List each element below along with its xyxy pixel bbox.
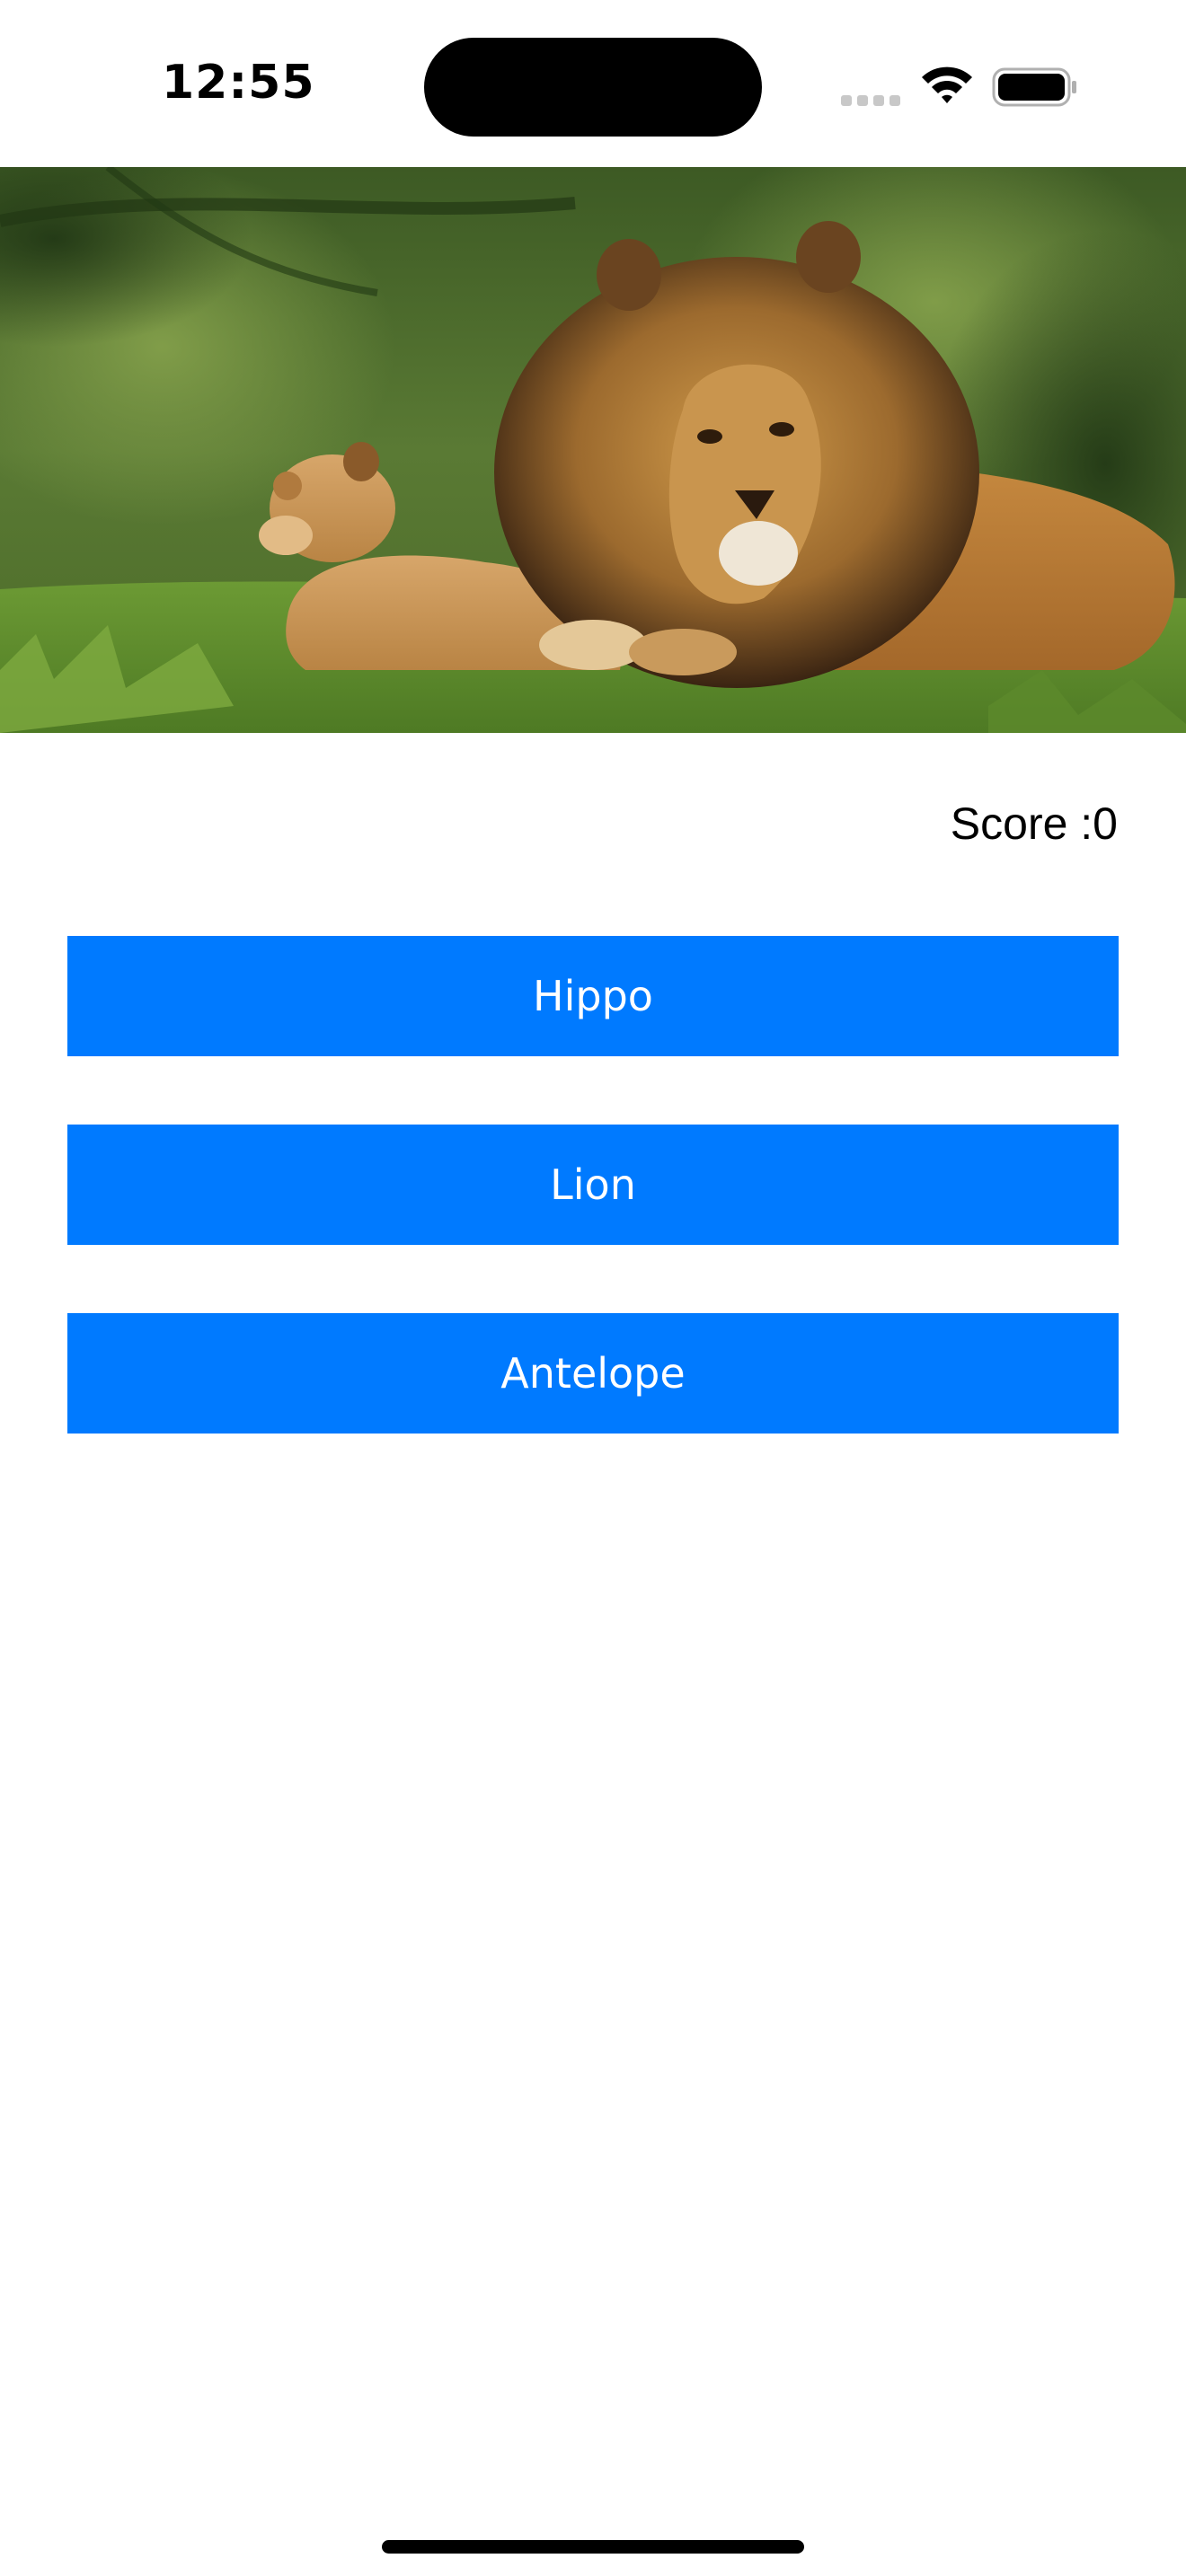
battery-icon [992, 67, 1076, 107]
cellular-signal-icon [841, 95, 902, 106]
answer-button-hippo[interactable]: Hippo [67, 936, 1119, 1056]
dynamic-island [424, 38, 762, 137]
status-time: 12:55 [162, 56, 315, 110]
status-bar: 12:55 [0, 0, 1186, 167]
wifi-icon [922, 66, 972, 103]
lion-image [0, 167, 1186, 733]
home-indicator[interactable] [382, 2540, 804, 2554]
lion-photo-illustration [0, 167, 1186, 733]
score-label: Score :0 [950, 798, 1118, 849]
answer-button-antelope[interactable]: Antelope [67, 1313, 1119, 1434]
answer-button-lion[interactable]: Lion [67, 1125, 1119, 1245]
